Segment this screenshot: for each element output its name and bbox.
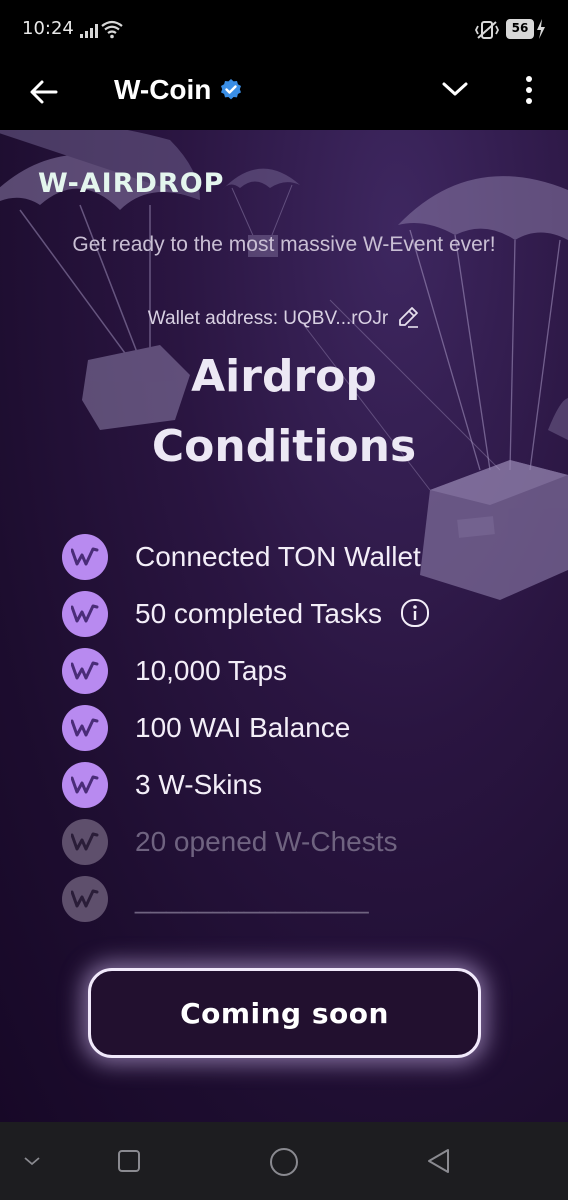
- battery-indicator: 56: [506, 19, 534, 39]
- w-check-badge: [62, 647, 108, 694]
- verified-icon: [221, 79, 242, 100]
- condition-label: 3 W-Skins: [135, 768, 263, 800]
- header-title-group[interactable]: W-Coin: [114, 70, 243, 110]
- condition-label-text: 50 completed Tasks: [135, 597, 382, 629]
- condition-label: 100 WAI Balance: [135, 711, 351, 743]
- w-logo-icon: [71, 547, 99, 565]
- vibrate-icon: [474, 21, 500, 39]
- signal-icon: [80, 24, 98, 38]
- condition-label: 50 completed Tasks: [135, 598, 430, 630]
- status-bar: 10:24 56: [0, 0, 568, 60]
- brand-title: W-AIRDROP: [38, 168, 225, 199]
- w-pending-badge: [62, 875, 108, 922]
- home-icon[interactable]: [268, 1146, 300, 1178]
- w-logo-icon: [71, 661, 99, 679]
- w-check-badge: [62, 590, 108, 637]
- condition-item: 10,000 Taps: [62, 642, 542, 699]
- system-nav-bar: [0, 1122, 568, 1200]
- condition-label: _______________: [135, 882, 369, 914]
- condition-label: 20 opened W-Chests: [135, 825, 398, 857]
- more-vertical-icon[interactable]: [518, 72, 540, 108]
- condition-item: 20 opened W-Chests: [62, 813, 542, 870]
- status-time: 10:24: [22, 18, 74, 39]
- w-logo-icon: [71, 604, 99, 622]
- app-header: W-Coin: [0, 60, 568, 130]
- w-check-badge: [62, 761, 108, 808]
- chevron-down-icon[interactable]: [440, 78, 470, 100]
- back-arrow-icon[interactable]: [28, 76, 60, 108]
- wifi-icon: [101, 20, 123, 39]
- coming-soon-button[interactable]: Coming soon: [88, 968, 481, 1058]
- w-check-badge: [62, 533, 108, 580]
- w-logo-icon: [71, 889, 99, 907]
- w-pending-badge: [62, 818, 108, 865]
- w-logo-icon: [71, 775, 99, 793]
- condition-item: _______________: [62, 870, 542, 927]
- back-triangle-icon[interactable]: [424, 1146, 454, 1176]
- condition-item: 3 W-Skins: [62, 756, 542, 813]
- conditions-heading: Airdrop Conditions: [0, 342, 568, 482]
- condition-label: 10,000 Taps: [135, 654, 288, 686]
- w-logo-icon: [71, 718, 99, 736]
- info-icon[interactable]: [400, 598, 430, 628]
- condition-item: Connected TON Wallet: [62, 528, 542, 585]
- w-check-badge: [62, 704, 108, 751]
- airdrop-subtitle: Get ready to the most massive W-Event ev…: [72, 233, 496, 256]
- edit-wallet-icon[interactable]: [396, 306, 420, 328]
- wallet-address-row: Wallet address: UQBV...rOJr: [0, 306, 568, 330]
- conditions-heading-line2: Conditions: [151, 421, 417, 472]
- wallet-address-text: Wallet address: UQBV...rOJr: [147, 308, 389, 329]
- conditions-heading-line1: Airdrop: [191, 351, 377, 402]
- page-title: W-Coin: [114, 74, 212, 105]
- recents-icon[interactable]: [116, 1148, 142, 1174]
- hide-keyboard-icon[interactable]: [22, 1154, 42, 1168]
- airdrop-screen: W-AIRDROP Get ready to the most massive …: [0, 130, 568, 1122]
- conditions-list: Connected TON Wallet 50 completed Tasks …: [62, 528, 542, 927]
- charging-icon: [537, 19, 545, 39]
- coming-soon-label: Coming soon: [180, 996, 389, 1030]
- w-logo-icon: [71, 832, 99, 850]
- condition-item: 50 completed Tasks: [62, 585, 542, 642]
- condition-item: 100 WAI Balance: [62, 699, 542, 756]
- condition-label: Connected TON Wallet: [135, 540, 421, 572]
